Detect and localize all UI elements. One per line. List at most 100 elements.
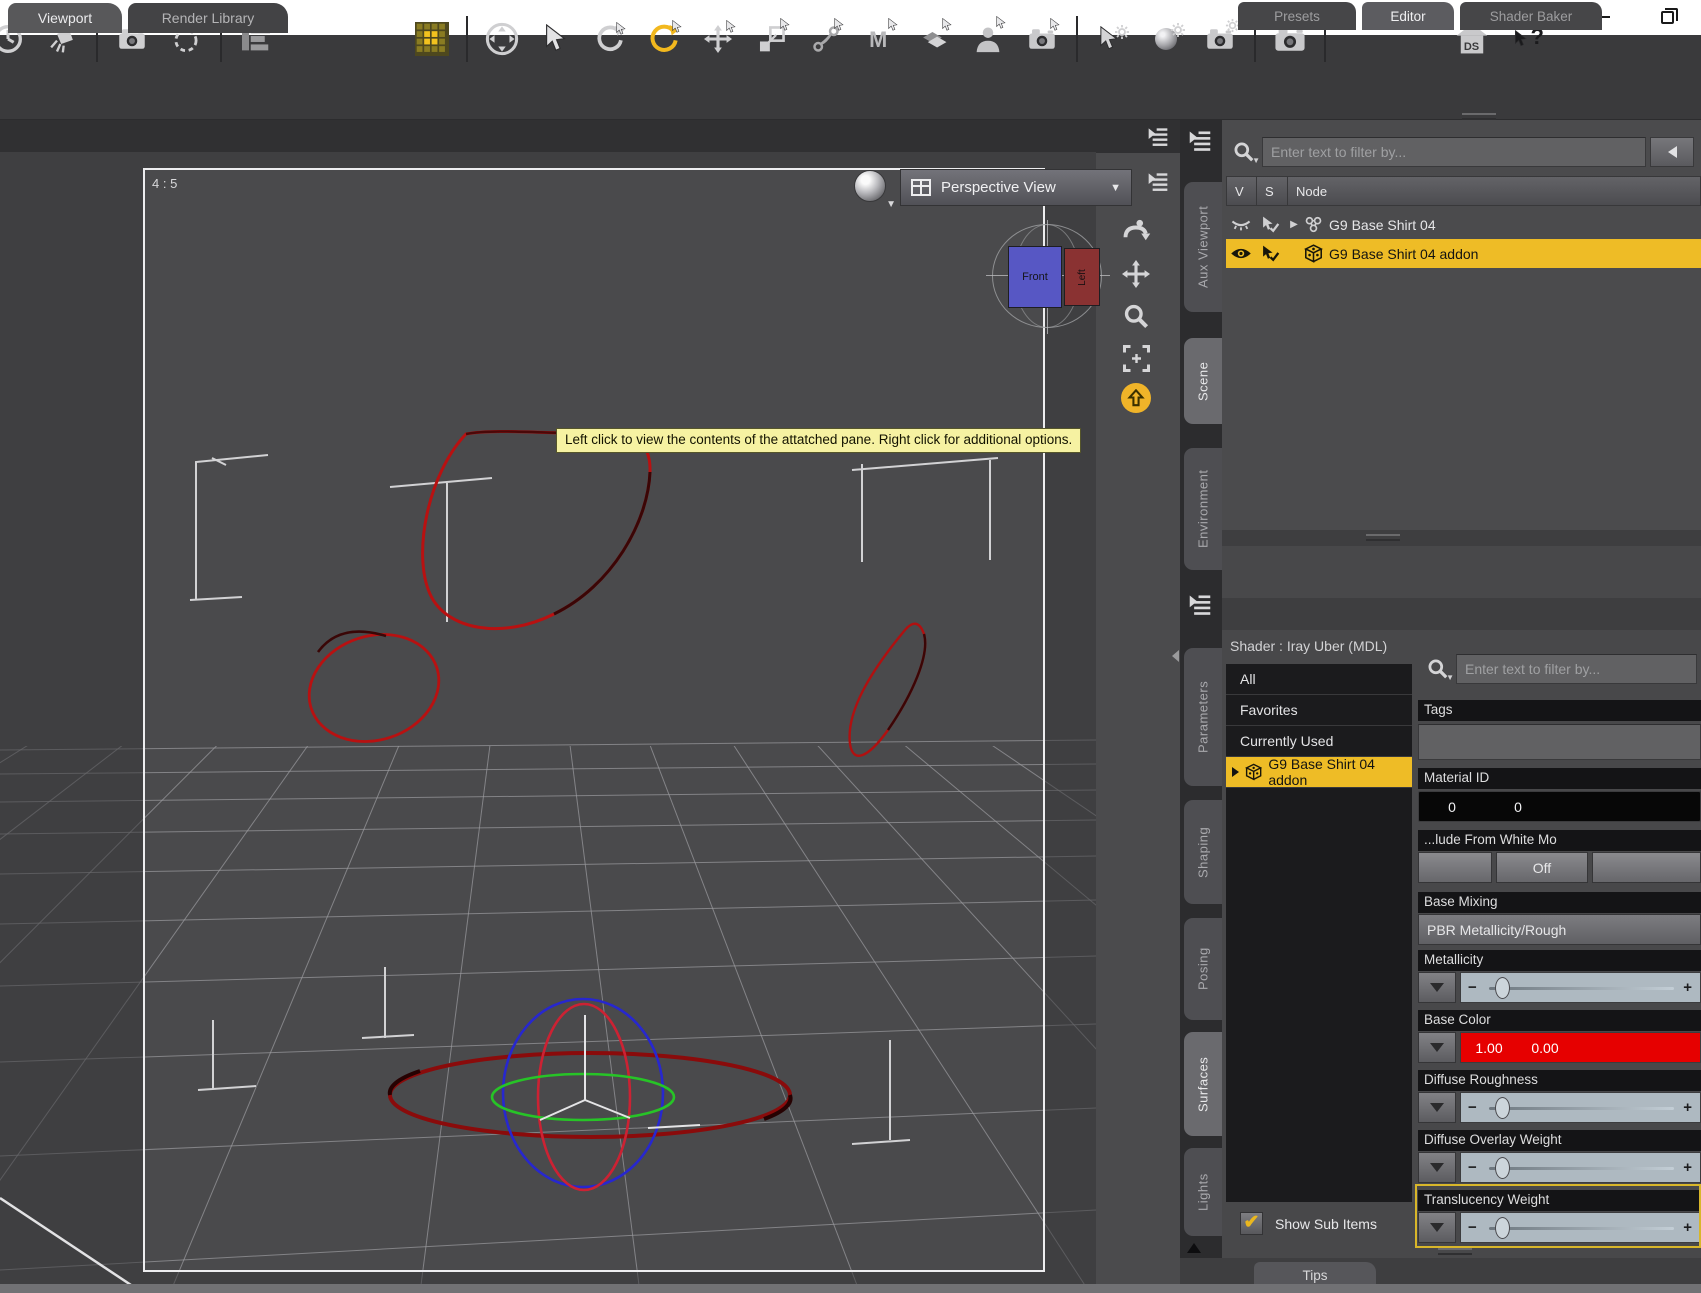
slider-knob[interactable] bbox=[1495, 1097, 1510, 1119]
scene-row-shirt-addon[interactable]: G9 Base Shirt 04 addon bbox=[1226, 239, 1701, 268]
prop-tags-label: Tags bbox=[1418, 700, 1701, 721]
metallicity-dropdown-button[interactable] bbox=[1418, 972, 1456, 1003]
list-item-favorites[interactable]: Favorites bbox=[1226, 695, 1412, 726]
tab-scroll-up-icon[interactable] bbox=[1184, 1240, 1204, 1256]
tab-render-library[interactable]: Render Library bbox=[128, 3, 288, 33]
side-tab-parameters[interactable]: Parameters bbox=[1184, 648, 1222, 786]
chevron-down-icon bbox=[1430, 1163, 1444, 1172]
scene-filter-input[interactable] bbox=[1262, 137, 1646, 167]
search-icon[interactable]: ▼ bbox=[1226, 137, 1262, 167]
prop-metallicity-body: − + bbox=[1418, 972, 1701, 1003]
render-settings-icon[interactable] bbox=[1146, 16, 1186, 62]
exclude-white-off-button[interactable]: Off bbox=[1496, 852, 1588, 883]
active-pane-grid-icon[interactable] bbox=[412, 16, 452, 62]
drawstyle-sphere-icon[interactable]: ▼ bbox=[854, 170, 896, 210]
exclude-white-right-button[interactable] bbox=[1592, 852, 1701, 883]
viewport-pane-menu-icon[interactable] bbox=[1142, 123, 1174, 151]
surface-selection-tool-icon[interactable] bbox=[914, 16, 954, 62]
expand-arrow-icon[interactable]: ▶ bbox=[1286, 219, 1302, 230]
tab-presets[interactable]: Presets bbox=[1238, 2, 1356, 30]
aim-icon[interactable] bbox=[1116, 380, 1156, 416]
frame-render-icon[interactable] bbox=[1200, 16, 1240, 62]
restore-icon[interactable] bbox=[1650, 4, 1684, 30]
side-tab-lights[interactable]: Lights bbox=[1184, 1148, 1222, 1236]
base-mixing-select[interactable]: PBR Metallicity/Rough bbox=[1418, 914, 1701, 945]
list-item-selected-material[interactable]: G9 Base Shirt 04 addon bbox=[1226, 756, 1412, 788]
cursor-check-icon[interactable] bbox=[1256, 216, 1286, 233]
camera-view-selector[interactable]: Perspective View ▼ bbox=[900, 169, 1132, 206]
rotate-view-tool-icon[interactable] bbox=[590, 16, 630, 62]
slider-knob[interactable] bbox=[1495, 977, 1510, 999]
property-filter-input[interactable] bbox=[1456, 654, 1697, 684]
measure-tool-icon[interactable]: M bbox=[860, 16, 900, 62]
diffuse-roughness-dropdown-button[interactable] bbox=[1418, 1092, 1456, 1123]
tooltip: Left click to view the contents of the a… bbox=[556, 428, 1082, 453]
viewport-window-icon bbox=[911, 179, 931, 196]
node-markers bbox=[189, 454, 999, 1145]
rotate-tool-active-icon[interactable] bbox=[644, 16, 684, 62]
pan-icon[interactable] bbox=[1116, 256, 1156, 292]
frame-icon[interactable] bbox=[1116, 340, 1156, 376]
list-item-all[interactable]: All bbox=[1226, 664, 1412, 695]
scene-pane-menu-icon[interactable] bbox=[1184, 127, 1216, 155]
material-id-field[interactable]: 0 0 bbox=[1418, 791, 1701, 822]
tab-editor[interactable]: Editor bbox=[1362, 2, 1454, 30]
list-item-currently-used[interactable]: Currently Used bbox=[1226, 726, 1412, 757]
tags-input[interactable] bbox=[1418, 724, 1701, 760]
column-visible[interactable]: V bbox=[1226, 176, 1257, 206]
show-sub-items-checkbox[interactable]: ✔ bbox=[1240, 1212, 1263, 1235]
material-filter-list: All Favorites Currently Used G9 Base Shi… bbox=[1226, 664, 1412, 1202]
pane-grip[interactable] bbox=[1462, 113, 1496, 120]
shader-label: Shader : Iray Uber (MDL) bbox=[1230, 638, 1388, 654]
view-cube-front-face[interactable]: Front bbox=[1008, 246, 1062, 308]
spot-render-tool-icon[interactable] bbox=[1022, 16, 1062, 62]
translate-tool-icon[interactable] bbox=[698, 16, 738, 62]
scale-tool-icon[interactable] bbox=[752, 16, 792, 62]
scene-filter-row: ▼ bbox=[1226, 137, 1694, 167]
node-selection-tool-icon[interactable] bbox=[536, 16, 576, 62]
check-icon: ✔ bbox=[1243, 1211, 1260, 1233]
side-tab-shaping[interactable]: Shaping bbox=[1184, 800, 1222, 904]
metallicity-slider[interactable]: − + bbox=[1460, 972, 1701, 1003]
eye-closed-icon[interactable] bbox=[1226, 217, 1256, 232]
tool-settings-icon[interactable] bbox=[1092, 16, 1132, 62]
diffuse-overlay-dropdown-button[interactable] bbox=[1418, 1152, 1456, 1183]
figure-selection-tool-icon[interactable] bbox=[968, 16, 1008, 62]
viewport-nav-icon[interactable] bbox=[482, 16, 522, 62]
diffuse-overlay-slider[interactable]: − + bbox=[1460, 1152, 1701, 1183]
side-tab-posing[interactable]: Posing bbox=[1184, 918, 1222, 1020]
base-color-swatch[interactable]: 1.00 0.00 bbox=[1460, 1032, 1701, 1063]
pane-splitter[interactable] bbox=[1222, 530, 1701, 546]
prop-base-color-body: 1.00 0.00 bbox=[1418, 1032, 1701, 1063]
tab-viewport[interactable]: Viewport bbox=[8, 3, 122, 33]
column-node[interactable]: Node bbox=[1288, 176, 1701, 206]
view-cube[interactable]: Front Left bbox=[986, 220, 1110, 334]
cursor-check-icon[interactable] bbox=[1256, 245, 1286, 262]
side-tab-scene[interactable]: Scene bbox=[1184, 338, 1222, 424]
viewport-3d[interactable] bbox=[0, 152, 1096, 1293]
column-selectable[interactable]: S bbox=[1257, 176, 1288, 206]
drawstyle-sphere bbox=[854, 170, 886, 202]
viewport-options-menu-icon[interactable] bbox=[1142, 168, 1174, 196]
exclude-white-left-button[interactable] bbox=[1418, 852, 1492, 883]
joint-editor-tool-icon[interactable] bbox=[806, 16, 846, 62]
view-cube-left-face[interactable]: Left bbox=[1064, 248, 1100, 306]
slider-knob[interactable] bbox=[1495, 1157, 1510, 1179]
translucency-highlight-border bbox=[1415, 1184, 1701, 1248]
tips-splitter-grip[interactable] bbox=[1438, 1248, 1472, 1255]
orbit-icon[interactable] bbox=[1116, 214, 1156, 250]
side-tab-aux-viewport[interactable]: Aux Viewport bbox=[1184, 182, 1222, 312]
diffuse-roughness-slider[interactable]: − + bbox=[1460, 1092, 1701, 1123]
scene-row-shirt[interactable]: ▶ G9 Base Shirt 04 bbox=[1226, 210, 1701, 239]
panel-collapse-icon[interactable] bbox=[1172, 650, 1179, 662]
side-tab-surfaces[interactable]: Surfaces bbox=[1184, 1032, 1222, 1136]
search-icon[interactable]: ▼ bbox=[1420, 654, 1456, 684]
surfaces-pane-menu-icon[interactable] bbox=[1184, 591, 1216, 619]
filter-clear-button[interactable] bbox=[1650, 137, 1694, 167]
eye-open-icon[interactable] bbox=[1226, 246, 1256, 261]
splitter-grip[interactable] bbox=[1366, 534, 1400, 541]
tab-shader-baker[interactable]: Shader Baker bbox=[1460, 2, 1602, 30]
zoom-icon[interactable] bbox=[1116, 298, 1156, 334]
side-tab-environment[interactable]: Environment bbox=[1184, 448, 1222, 570]
base-color-dropdown-button[interactable] bbox=[1418, 1032, 1456, 1063]
